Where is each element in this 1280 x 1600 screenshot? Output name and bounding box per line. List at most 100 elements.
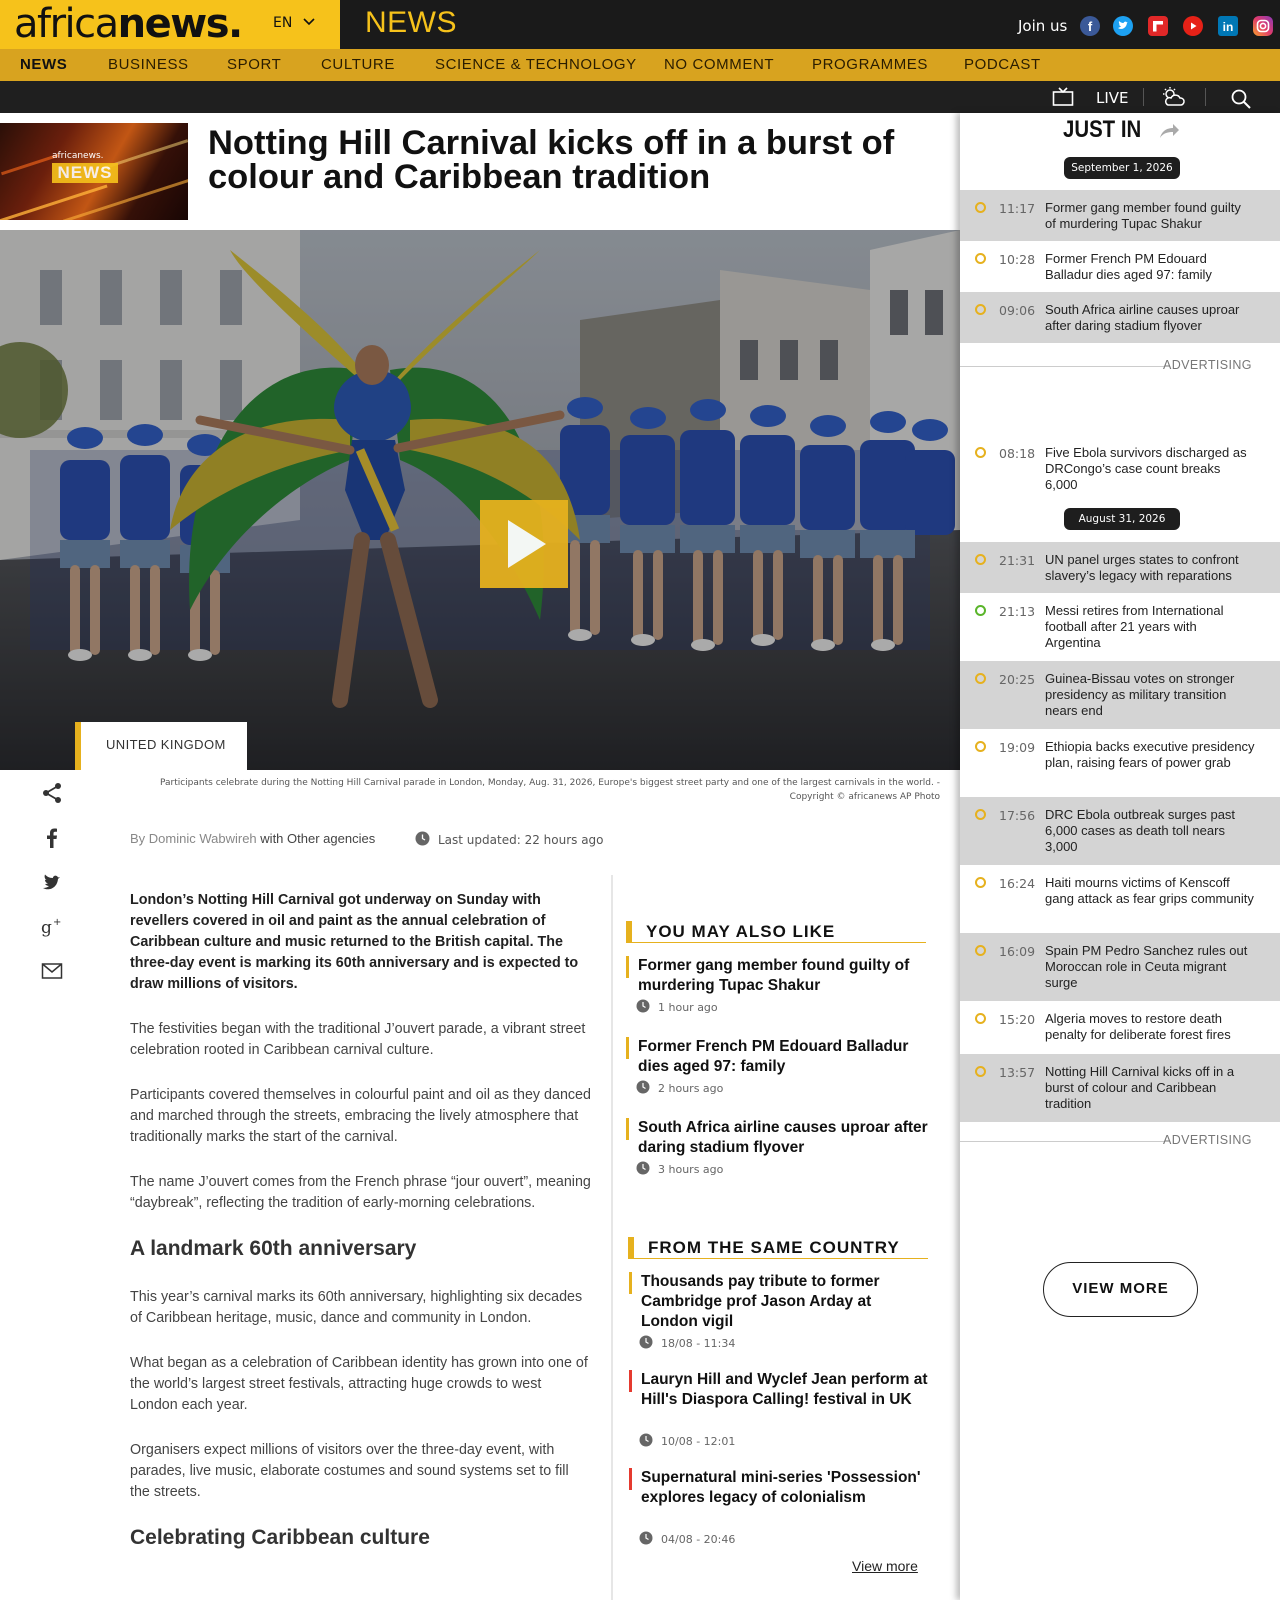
you-may-also-like-heading: YOU MAY ALSO LIKE	[626, 921, 926, 943]
item-title[interactable]: Former French PM Edouard Balladur dies a…	[1045, 251, 1255, 283]
live-label: LIVE	[1096, 89, 1129, 107]
related-title[interactable]: South Africa airline causes uproar after…	[638, 1118, 928, 1158]
view-more-link[interactable]: View more	[852, 1558, 918, 1574]
nav-item-business[interactable]: BUSINESS	[108, 56, 189, 73]
linkedin-icon[interactable]: in	[1217, 15, 1239, 37]
clock-icon	[415, 831, 430, 846]
logo-area[interactable]: africanews. EN	[0, 0, 340, 49]
chevron-down-icon[interactable]	[303, 15, 315, 27]
same-country-heading: FROM THE SAME COUNTRY	[628, 1237, 928, 1259]
nav-item-science-technology[interactable]: SCIENCE & TECHNOLOGY	[435, 56, 637, 73]
arrow-icon[interactable]	[1158, 122, 1180, 140]
search-icon[interactable]	[1230, 88, 1252, 110]
nav-item-sport[interactable]: SPORT	[227, 56, 281, 73]
paragraph: Participants covered themselves in colou…	[130, 1087, 591, 1145]
clock-icon	[639, 1531, 653, 1545]
item-time: 20:25	[999, 672, 1036, 687]
item-time: 21:31	[999, 553, 1036, 568]
weather-icon[interactable]	[1160, 86, 1186, 110]
author-link[interactable]: By Dominic Wabwireh	[130, 831, 257, 846]
byline: By Dominic Wabwireh with Other agencies	[130, 831, 375, 846]
google-plus-share-icon[interactable]: g +	[40, 914, 64, 938]
just-in-item[interactable]: 21:13 Messi retires from International fo…	[960, 593, 1280, 661]
facebook-share-icon[interactable]	[40, 826, 64, 850]
svg-text:g: g	[41, 918, 52, 938]
related-title[interactable]: Former gang member found guilty of murde…	[638, 956, 928, 996]
clock-icon	[639, 1433, 653, 1447]
item-time: 19:09	[999, 740, 1036, 755]
nav-item-no-comment[interactable]: NO COMMENT	[664, 56, 774, 73]
related-time: 1 hour ago	[658, 1001, 718, 1014]
just-in-item[interactable]: 15:20 Algeria moves to restore death pena…	[960, 1001, 1280, 1054]
item-title[interactable]: South Africa airline causes uproar after…	[1045, 302, 1255, 334]
item-time: 11:17	[999, 201, 1036, 216]
just-in-item[interactable]: 09:06 South Africa airline causes uproar …	[960, 292, 1280, 343]
nav-item-podcast[interactable]: PODCAST	[964, 56, 1041, 73]
item-title[interactable]: Guinea-Bissau votes on stronger presiden…	[1045, 671, 1255, 719]
item-time: 08:18	[999, 446, 1036, 461]
item-time: 10:28	[999, 252, 1036, 267]
same-country-title[interactable]: Thousands pay tribute to former Cambridg…	[641, 1272, 931, 1332]
africanews-logo[interactable]: africanews.	[14, 2, 243, 46]
view-more-button[interactable]: VIEW MORE	[1043, 1262, 1198, 1317]
item-title[interactable]: Spain PM Pedro Sanchez rules out Morocca…	[1045, 943, 1255, 991]
related-title[interactable]: Former French PM Edouard Balladur dies a…	[638, 1037, 928, 1077]
just-in-item[interactable]: 13:57 Notting Hill Carnival kicks off in …	[960, 1054, 1280, 1122]
agencies: with Other agencies	[260, 831, 376, 846]
advertising-label: ADVERTISING	[960, 358, 1280, 372]
flipboard-icon[interactable]	[1147, 15, 1169, 37]
item-title[interactable]: Notting Hill Carnival kicks off in a bur…	[1045, 1064, 1255, 1112]
item-time: 16:09	[999, 944, 1036, 959]
column-divider	[611, 875, 613, 1600]
item-title[interactable]: Five Ebola survivors discharged as DRCon…	[1045, 445, 1255, 493]
video-thumbnail[interactable]: africanews. NEWS	[0, 123, 188, 220]
svg-text:+: +	[53, 917, 61, 928]
same-country-time: 18/08 - 11:34	[661, 1337, 736, 1350]
share-icon[interactable]	[40, 781, 64, 805]
just-in-item[interactable]: 19:09 Ethiopia backs executive presidency…	[960, 729, 1280, 797]
item-title[interactable]: DRC Ebola outbreak surges past 6,000 cas…	[1045, 807, 1255, 855]
main-nav: NEWS BUSINESS SPORT CULTURE SCIENCE & TE…	[0, 49, 1280, 81]
nav-item-culture[interactable]: CULTURE	[321, 56, 395, 73]
same-country-title[interactable]: Lauryn Hill and Wyclef Jean perform at H…	[641, 1370, 931, 1410]
just-in-item[interactable]: 17:56 DRC Ebola outbreak surges past 6,00…	[960, 797, 1280, 865]
lead-paragraph: London’s Notting Hill Carnival got under…	[130, 892, 579, 992]
just-in-item[interactable]: 10:28 Former French PM Edouard Balladur d…	[960, 241, 1280, 292]
just-in-item[interactable]: 21:31 UN panel urges states to confront s…	[960, 542, 1280, 593]
just-in-item[interactable]: 20:25 Guinea-Bissau votes on stronger pre…	[960, 661, 1280, 729]
item-time: 21:13	[999, 604, 1036, 619]
just-in-item[interactable]: 16:09 Spain PM Pedro Sanchez rules out Mo…	[960, 933, 1280, 1001]
just-in-item[interactable]: 08:18 Five Ebola survivors discharged as …	[960, 434, 1280, 500]
clock-icon	[636, 1080, 650, 1094]
caption-copyright: Copyright © africanews AP Photo	[789, 792, 940, 802]
instagram-icon[interactable]	[1252, 15, 1274, 37]
just-in-item[interactable]: 16:24 Haiti mourns victims of Kenscoff ga…	[960, 865, 1280, 933]
item-title[interactable]: Algeria moves to restore death penalty f…	[1045, 1011, 1255, 1043]
twitter-icon[interactable]	[1112, 15, 1134, 37]
same-country-title[interactable]: Supernatural mini-series 'Possession' ex…	[641, 1468, 931, 1508]
nav-item-news[interactable]: NEWS	[20, 56, 67, 73]
clock-icon	[636, 999, 650, 1013]
thumbnail-news-badge: NEWS	[52, 163, 118, 183]
play-button[interactable]	[480, 500, 568, 588]
related-time: 3 hours ago	[658, 1163, 724, 1176]
svg-text:in: in	[1223, 20, 1234, 34]
last-updated: Last updated: 22 hours ago	[438, 833, 604, 847]
hero-video[interactable]	[0, 230, 960, 770]
paragraph: This year’s carnival marks its 60th anni…	[130, 1289, 583, 1326]
facebook-icon[interactable]: f	[1079, 15, 1101, 37]
item-title[interactable]: UN panel urges states to confront slaver…	[1045, 552, 1255, 584]
language-selector[interactable]: EN	[273, 15, 292, 31]
item-title[interactable]: Ethiopia backs executive presidency plan…	[1045, 739, 1255, 771]
twitter-share-icon[interactable]	[40, 870, 64, 894]
country-tag[interactable]: UNITED KINGDOM	[75, 722, 247, 770]
just-in-item[interactable]: 11:17 Former gang member found guilty of …	[960, 190, 1280, 241]
live-button[interactable]: LIVE	[1052, 86, 1129, 110]
photo-caption: Participants celebrate during the Nottin…	[100, 776, 940, 804]
youtube-icon[interactable]	[1182, 15, 1204, 37]
email-share-icon[interactable]	[40, 959, 64, 983]
item-title[interactable]: Former gang member found guilty of murde…	[1045, 200, 1255, 232]
item-title[interactable]: Messi retires from International footbal…	[1045, 603, 1255, 651]
item-title[interactable]: Haiti mourns victims of Kenscoff gang at…	[1045, 875, 1255, 907]
nav-item-programmes[interactable]: PROGRAMMES	[812, 56, 928, 73]
